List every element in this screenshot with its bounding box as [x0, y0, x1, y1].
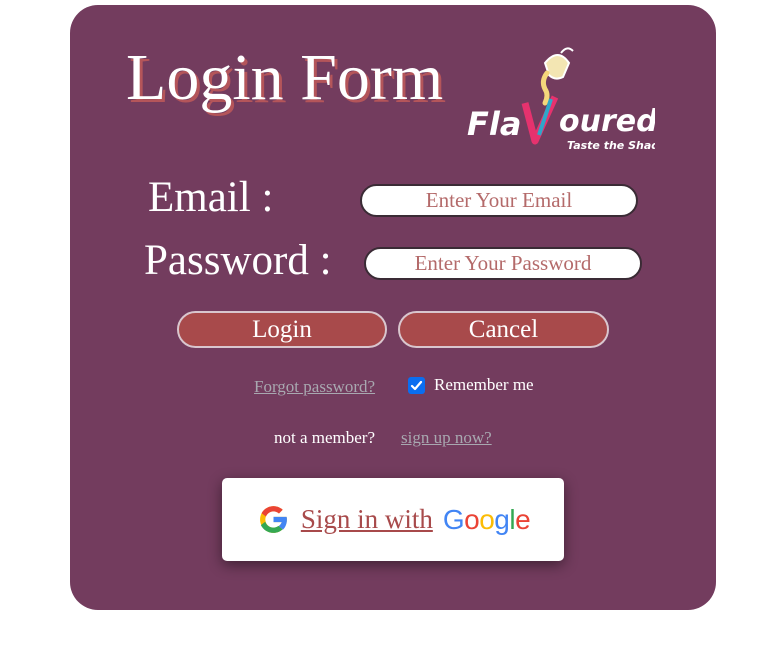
- page-title: Login Form: [126, 41, 444, 114]
- google-letter-1: G: [442, 503, 465, 535]
- signup-link[interactable]: sign up now?: [401, 428, 492, 448]
- password-label: Password :: [144, 237, 332, 284]
- cancel-button[interactable]: Cancel: [398, 311, 609, 348]
- brand-logo-text-right: oured: [559, 104, 655, 139]
- remember-me-option[interactable]: Remember me: [408, 375, 534, 395]
- email-label: Email :: [148, 174, 274, 221]
- brand-logo: Fla oured Taste the Shades: [465, 45, 674, 153]
- signup-prompt: not a member?: [274, 428, 376, 447]
- brand-logo-tagline: Taste the Shades: [567, 139, 655, 152]
- password-input[interactable]: [364, 247, 642, 280]
- checkmark-icon: [410, 380, 423, 390]
- google-signin-label: Sign in with: [300, 504, 433, 534]
- paint-cup-icon: Fla oured Taste the Shades: [467, 47, 674, 152]
- remember-me-checkbox[interactable]: [408, 376, 425, 394]
- google-signin-button[interactable]: Sign in with Google: [222, 478, 564, 561]
- google-letter-6: e: [515, 503, 531, 535]
- google-wordmark: Google: [442, 503, 531, 536]
- google-letter-3: o: [479, 503, 495, 535]
- email-input[interactable]: [360, 184, 638, 217]
- login-card: Login Form Fla oured Taste the Shades Em…: [70, 5, 716, 610]
- google-g-icon: [259, 506, 288, 533]
- google-letter-2: o: [464, 503, 480, 535]
- brand-logo-text-left: Fla: [467, 105, 521, 143]
- forgot-password-link[interactable]: Forgot password?: [254, 377, 375, 397]
- remember-me-label: Remember me: [434, 375, 534, 394]
- google-letter-4: g: [494, 503, 510, 535]
- login-button[interactable]: Login: [177, 311, 387, 348]
